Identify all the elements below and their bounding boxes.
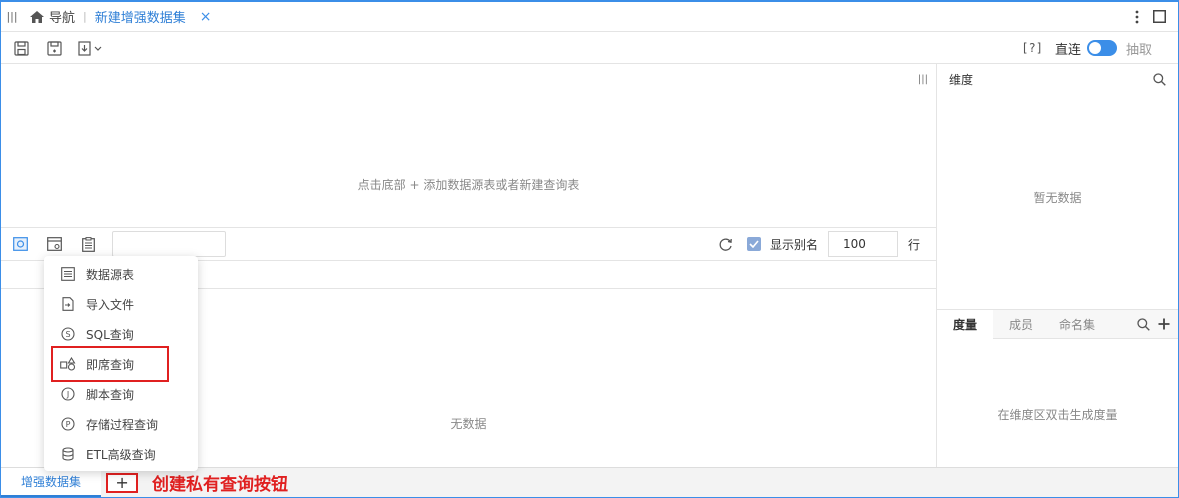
menu-item-script-query[interactable]: J 脚本查询 [44,379,198,409]
canvas-hint: 点击底部 + 添加数据源表或者新建查询表 [357,178,580,192]
rows-input[interactable]: 100 [827,231,898,257]
tab-member[interactable]: 成员 [993,310,1049,339]
menu-item-label: 导入文件 [86,297,135,312]
export-dropdown-button[interactable] [77,38,105,58]
panel-grip-icon[interactable]: ||| [918,74,928,85]
menu-item-adhoc-query[interactable]: 即席查询 [44,349,198,379]
measure-search-icon[interactable] [1137,317,1150,331]
nav-home[interactable]: 导航 [29,7,75,26]
show-alias-checkbox[interactable] [746,237,761,251]
dimension-search-icon[interactable] [1153,72,1166,86]
sql-icon: S [60,326,76,342]
preview-icon [12,237,28,251]
query-settings-button[interactable] [44,234,64,254]
menu-item-label: ETL高级查询 [86,447,156,462]
extract-label: 抽取 [1125,42,1152,58]
clipboard-icon [81,236,95,252]
menu-item-label: 存储过程查询 [86,417,159,432]
measure-empty-text: 在维度区双击生成度量 [997,408,1118,422]
svg-text:P: P [66,420,71,429]
check-icon [749,240,759,248]
menu-item-etl-query[interactable]: ETL高级查询 [44,439,198,469]
query-canvas[interactable]: ||| 点击底部 + 添加数据源表或者新建查询表 [1,64,936,227]
tab-separator: | [83,10,87,23]
connect-mode-toggle[interactable] [1086,40,1117,56]
menu-item-label: 数据源表 [86,267,135,282]
add-query-menu: 数据源表 导入文件 S SQL查询 即席查询 J 脚本查询 P 存储过程查询 E… [44,256,198,471]
help-icon[interactable]: [?] [1021,41,1043,55]
dimension-header: 维度 [937,64,1178,94]
settings-table-icon [46,237,62,251]
direct-connect-label: 直连 [1054,42,1081,58]
save-button[interactable] [11,38,31,58]
menu-item-label: SQL查询 [86,327,134,342]
menu-item-procedure-query[interactable]: P 存储过程查询 [44,409,198,439]
query-search-input[interactable] [112,231,226,257]
tab-close-icon[interactable]: × [200,9,212,25]
svg-text:J: J [66,390,69,399]
tab-named-set[interactable]: 命名集 [1049,310,1105,339]
toolbar: [?] 直连 抽取 [1,33,1178,64]
save-as-button[interactable] [44,38,64,58]
menu-item-sql-query[interactable]: S SQL查询 [44,319,198,349]
dimension-empty-text: 暂无数据 [1033,191,1082,205]
tab-enhanced-dataset[interactable]: 增强数据集 [1,468,102,497]
rows-unit-label: 行 [907,237,920,252]
etl-icon [60,446,76,462]
preview-button[interactable] [10,234,30,254]
measure-tabs: 度量 成员 命名集 [937,309,1178,339]
menu-grip-icon[interactable]: ||| [3,10,21,23]
save-as-icon [46,40,62,56]
right-panel: 维度 暂无数据 度量 成员 命名集 在维度区双击生成度量 [936,64,1178,467]
svg-text:S: S [65,330,70,339]
table-icon [60,266,76,282]
maximize-icon[interactable] [1153,10,1166,23]
add-measure-icon[interactable] [1158,318,1170,330]
more-icon[interactable] [1135,10,1139,24]
menu-item-import-file[interactable]: 导入文件 [44,289,198,319]
annotation-label: 创建私有查询按钮 [152,475,289,495]
menu-item-label: 脚本查询 [86,387,135,402]
adhoc-query-icon [60,356,76,372]
procedure-icon: P [60,416,76,432]
add-query-button[interactable]: + [106,472,139,493]
save-icon [13,40,29,56]
show-alias-label: 显示别名 [769,237,818,252]
refresh-icon[interactable] [718,237,733,252]
menu-item-datasource-table[interactable]: 数据源表 [44,259,198,289]
script-icon: J [60,386,76,402]
export-icon [78,40,102,56]
tab-measure[interactable]: 度量 [937,309,993,339]
sql-view-button[interactable] [78,234,98,254]
dimension-title: 维度 [949,72,974,87]
import-file-icon [60,296,76,312]
home-icon [30,10,44,23]
nav-label: 导航 [49,11,76,26]
top-bar: ||| 导航 | 新建增强数据集 × [1,2,1178,32]
bottom-bar: 增强数据集 + 创建私有查询按钮 [1,467,1178,497]
tab-new-dataset[interactable]: 新建增强数据集 [95,7,186,26]
menu-item-label: 即席查询 [86,357,135,372]
